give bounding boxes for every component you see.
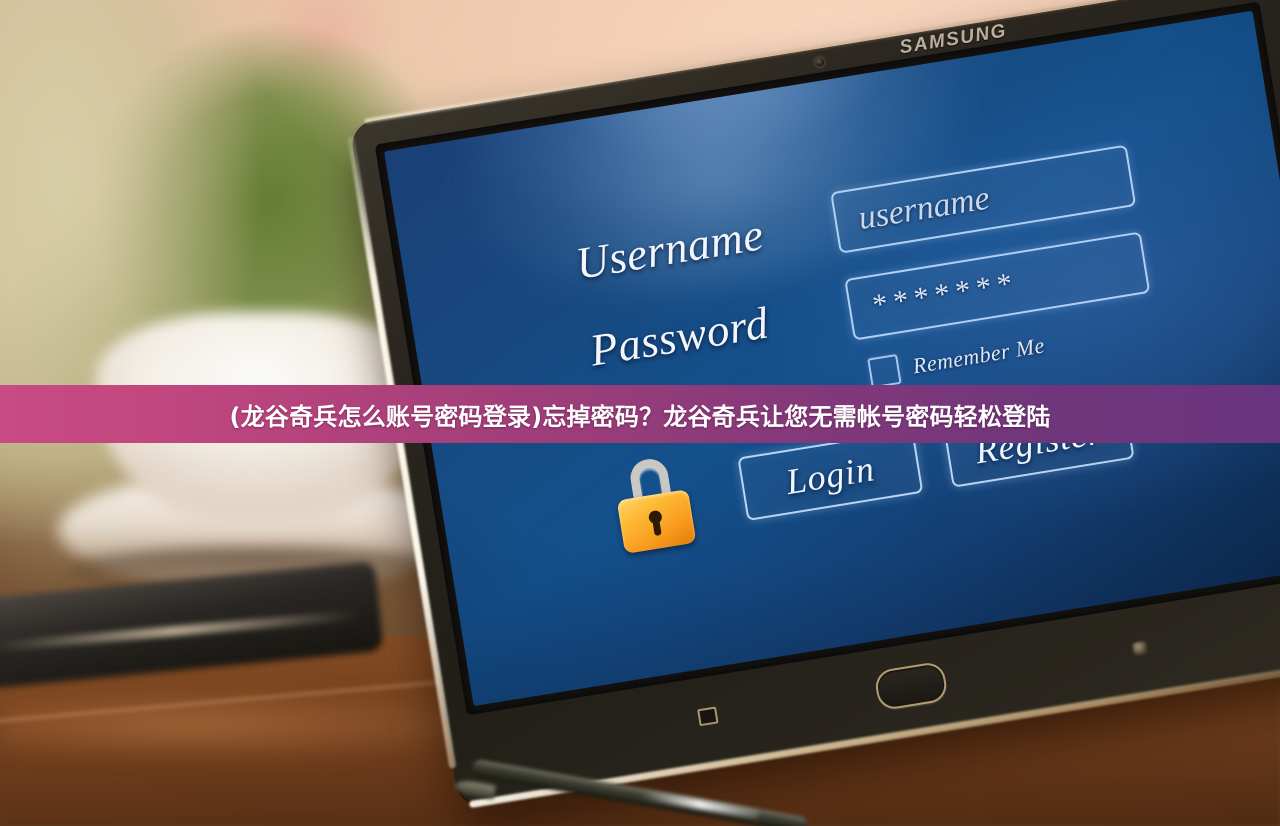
back-key-icon[interactable]	[1132, 640, 1148, 656]
recent-apps-key-icon[interactable]	[697, 706, 719, 727]
remember-me-checkbox[interactable]	[867, 353, 902, 389]
password-label: Password	[586, 297, 773, 376]
username-input[interactable]: username	[830, 144, 1137, 254]
login-form: Username username Password ******* Remem…	[572, 123, 1280, 555]
login-actions-row: Login Register	[609, 354, 1280, 555]
remember-me-label: Remember Me	[910, 332, 1047, 379]
username-label: Username	[572, 209, 767, 290]
login-button[interactable]: Login	[737, 429, 924, 521]
caption-banner: (龙谷奇兵怎么账号密码登录)忘掉密码？龙谷奇兵让您无需帐号密码轻松登陆	[0, 385, 1280, 443]
screenshot-root: SAMSUNG Username username Password *****…	[0, 0, 1280, 826]
padlock-icon	[609, 453, 698, 554]
caption-text: (龙谷奇兵怎么账号密码登录)忘掉密码？龙谷奇兵让您无需帐号密码轻松登陆	[229, 402, 1051, 431]
